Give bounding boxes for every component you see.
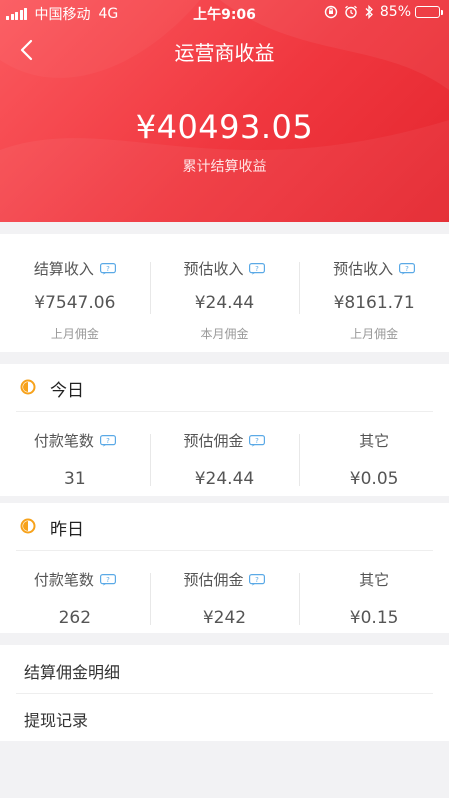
- today-other: 其它 ¥0.05: [299, 430, 449, 489]
- svg-text:?: ?: [256, 436, 260, 444]
- section-title: 昨日: [50, 520, 84, 540]
- summary-settled-income: 结算收入 ? ¥7547.06 上月佣金: [0, 258, 150, 342]
- summary-value: ¥7547.06: [34, 293, 116, 313]
- summary-sub: 本月佣金: [200, 327, 249, 341]
- help-icon[interactable]: ?: [399, 262, 416, 275]
- yesterday-payment-count: 付款笔数 ? 262: [0, 569, 150, 628]
- stat-label: 其它: [359, 432, 390, 450]
- today-estimated-commission: 预估佣金 ? ¥24.44: [149, 430, 300, 489]
- yesterday-section-header: 昨日: [0, 503, 449, 549]
- yesterday-other: 其它 ¥0.15: [299, 569, 449, 628]
- stat-label: 付款笔数: [33, 432, 94, 450]
- link-label: 结算佣金明细: [24, 663, 121, 682]
- links-card: 结算佣金明细 提现记录: [0, 645, 449, 741]
- stat-label: 预估佣金: [183, 432, 244, 450]
- svg-text:?: ?: [106, 436, 110, 444]
- today-card: 今日 付款笔数 ? 31 预估佣金 ? ¥24.44 其它 ¥0.05: [0, 364, 449, 496]
- help-icon[interactable]: ?: [249, 262, 266, 275]
- income-summary-card: 结算收入 ? ¥7547.06 上月佣金 预估收入 ? ¥24.44 本月佣金 …: [0, 234, 449, 352]
- yesterday-card: 昨日 付款笔数 ? 262 预估佣金 ? ¥242 其它 ¥0.15: [0, 503, 449, 633]
- summary-label: 预估收入: [183, 260, 244, 278]
- stat-label: 其它: [359, 571, 390, 589]
- battery-percent: 85%: [379, 4, 411, 20]
- half-sun-icon: [20, 379, 36, 395]
- summary-value: ¥8161.71: [333, 293, 415, 313]
- battery-icon: [415, 6, 443, 18]
- svg-text:?: ?: [256, 575, 260, 583]
- stat-label: 预估佣金: [183, 571, 244, 589]
- bluetooth-icon: [364, 5, 374, 19]
- total-earnings-label: 累计结算收益: [182, 159, 267, 175]
- summary-sub: 上月佣金: [350, 327, 399, 341]
- stat-value: 262: [58, 608, 92, 628]
- svg-text:?: ?: [405, 264, 409, 272]
- summary-label: 预估收入: [333, 260, 394, 278]
- total-earnings-value: ¥40493.05: [135, 108, 314, 146]
- page-title: 运营商收益: [174, 41, 275, 65]
- svg-text:?: ?: [106, 264, 110, 272]
- summary-sub: 上月佣金: [50, 327, 99, 341]
- help-icon[interactable]: ?: [249, 434, 266, 447]
- yesterday-estimated-commission: 预估佣金 ? ¥242: [149, 569, 300, 628]
- earnings-header: 中国移动 4G 上午9:06 85% 运营商收益 ¥40493.05 累计结算收…: [0, 0, 449, 222]
- status-bar: 中国移动 4G 上午9:06 85%: [0, 0, 449, 24]
- help-icon[interactable]: ?: [99, 434, 116, 447]
- withdrawal-records-link[interactable]: 提现记录: [0, 693, 449, 741]
- today-payment-count: 付款笔数 ? 31: [0, 430, 150, 489]
- help-icon[interactable]: ?: [249, 573, 266, 586]
- svg-text:?: ?: [256, 264, 260, 272]
- stat-label: 付款笔数: [33, 571, 94, 589]
- settled-commission-detail-link[interactable]: 结算佣金明细: [0, 645, 449, 693]
- half-sun-icon: [20, 518, 36, 534]
- link-label: 提现记录: [24, 711, 89, 730]
- stat-value: 31: [64, 469, 86, 489]
- help-icon[interactable]: ?: [99, 262, 116, 275]
- section-title: 今日: [50, 381, 84, 401]
- stat-value: ¥0.15: [349, 608, 399, 628]
- orientation-lock-icon: [324, 5, 338, 19]
- summary-estimated-last-month: 预估收入 ? ¥8161.71 上月佣金: [299, 258, 449, 342]
- summary-label: 结算收入: [33, 260, 94, 278]
- stat-value: ¥24.44: [194, 469, 255, 489]
- alarm-icon: [344, 5, 358, 19]
- summary-value: ¥24.44: [194, 293, 255, 313]
- svg-text:?: ?: [106, 575, 110, 583]
- nav-bar: 运营商收益: [0, 32, 449, 68]
- today-section-header: 今日: [0, 364, 449, 410]
- stat-value: ¥0.05: [349, 469, 399, 489]
- stat-value: ¥242: [202, 608, 247, 628]
- summary-estimated-month: 预估收入 ? ¥24.44 本月佣金: [149, 258, 300, 342]
- help-icon[interactable]: ?: [99, 573, 116, 586]
